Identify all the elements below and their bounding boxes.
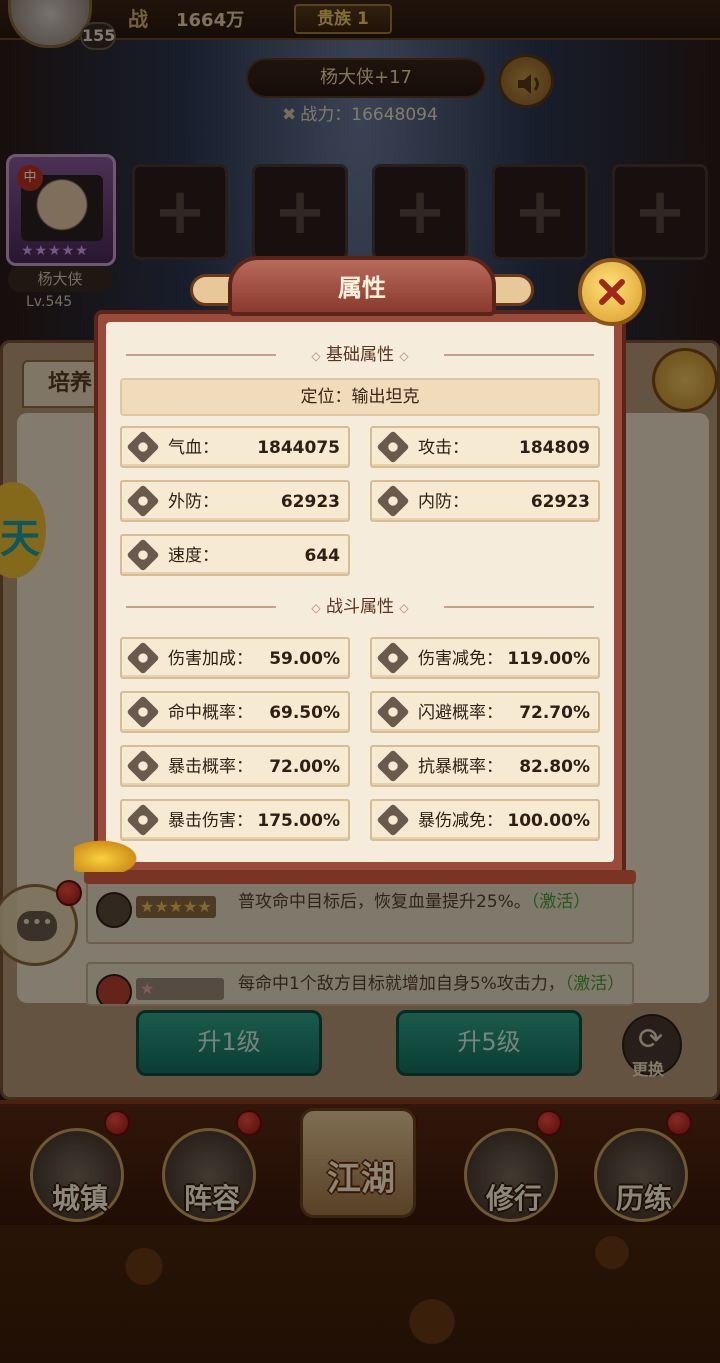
crit-reduce-icon <box>376 803 410 837</box>
close-icon <box>599 279 625 305</box>
stat-damage-reduction: 伤害减免： 119.00% <box>370 637 600 679</box>
stat-name: 抗暴概率： <box>418 757 503 777</box>
basic-attributes-header: ◇ 基础属性 ◇ <box>116 340 604 370</box>
gold-cloud-ornament <box>74 838 142 872</box>
speed-icon <box>126 538 160 572</box>
stat-name: 暴伤减免： <box>418 811 503 831</box>
stat-value: 100.00% <box>507 811 590 831</box>
role-value: 输出坦克 <box>351 387 420 407</box>
stat-attack: 攻击： 184809 <box>370 426 600 468</box>
modal-bottom-edge <box>84 870 636 884</box>
shield-icon <box>126 484 160 518</box>
stat-value: 1844075 <box>257 438 340 458</box>
stat-hp: 气血： 1844075 <box>120 426 350 468</box>
stat-name: 外防： <box>168 492 219 512</box>
stat-crit-resist: 抗暴概率： 82.80% <box>370 745 600 787</box>
stat-speed: 速度： 644 <box>120 534 350 576</box>
stat-crit-damage: 暴击伤害： 175.00% <box>120 799 350 841</box>
stat-value: 62923 <box>280 492 340 512</box>
stat-name: 闪避概率： <box>418 703 503 723</box>
stat-name: 攻击： <box>418 438 469 458</box>
combat-attributes-header: ◇ 战斗属性 ◇ <box>116 592 604 622</box>
stat-value: 184809 <box>519 438 590 458</box>
target-icon <box>126 695 160 729</box>
combat-attributes-title: 战斗属性 <box>326 597 394 617</box>
stat-dodge-rate: 闪避概率： 72.70% <box>370 691 600 733</box>
role-bar: 定位：输出坦克 <box>120 378 600 416</box>
crit-icon <box>126 749 160 783</box>
stat-name: 速度： <box>168 546 219 566</box>
stat-name: 内防： <box>418 492 469 512</box>
crit-resist-icon <box>376 749 410 783</box>
stat-value: 82.80% <box>519 757 590 777</box>
stat-name: 伤害减免： <box>418 649 503 669</box>
crit-damage-icon <box>126 803 160 837</box>
stat-crit-damage-reduction: 暴伤减免： 100.00% <box>370 799 600 841</box>
basic-attributes-title: 基础属性 <box>326 345 394 365</box>
stat-name: 暴击伤害： <box>168 811 253 831</box>
stat-name: 伤害加成： <box>168 649 253 669</box>
stat-value: 175.00% <box>257 811 340 831</box>
stat-value: 69.50% <box>269 703 340 723</box>
flame-icon <box>376 484 410 518</box>
stat-outer-defense: 外防： 62923 <box>120 480 350 522</box>
stat-name: 暴击概率： <box>168 757 253 777</box>
stat-value: 644 <box>304 546 341 566</box>
skull-icon <box>376 641 410 675</box>
stat-damage-bonus: 伤害加成： 59.00% <box>120 637 350 679</box>
sword-icon <box>376 430 410 464</box>
stat-inner-defense: 内防： 62923 <box>370 480 600 522</box>
modal-close-button[interactable] <box>578 258 646 326</box>
stat-value: 62923 <box>530 492 590 512</box>
damage-up-icon <box>126 641 160 675</box>
stat-name: 气血： <box>168 438 219 458</box>
dodge-icon <box>376 695 410 729</box>
modal-title: 属性 <box>228 256 496 316</box>
stat-name: 命中概率： <box>168 703 253 723</box>
stat-value: 59.00% <box>269 649 340 669</box>
stat-hit-rate: 命中概率： 69.50% <box>120 691 350 733</box>
stat-value: 119.00% <box>507 649 590 669</box>
role-label: 定位： <box>300 387 352 407</box>
heart-icon <box>126 430 160 464</box>
stat-crit-rate: 暴击概率： 72.00% <box>120 745 350 787</box>
stat-value: 72.70% <box>519 703 590 723</box>
stat-value: 72.00% <box>269 757 340 777</box>
